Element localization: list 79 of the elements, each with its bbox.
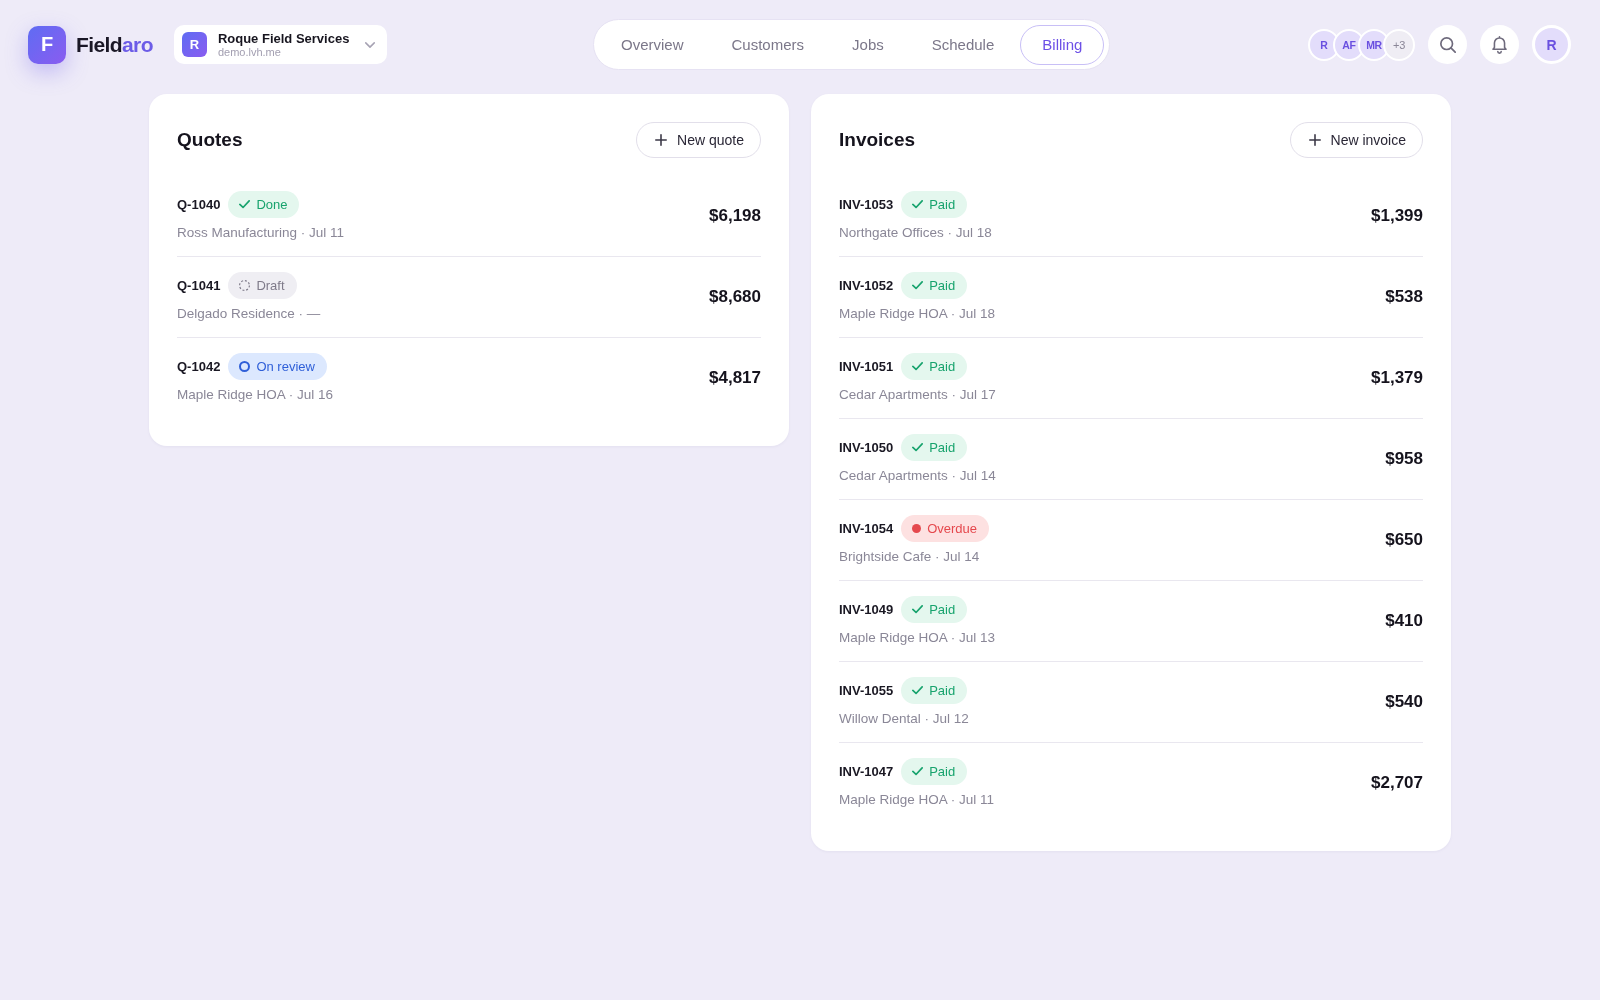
chevron-down-icon <box>364 41 375 48</box>
status-text: Done <box>256 197 288 212</box>
quote-id: Q-1040 <box>177 197 221 212</box>
customer-date: Willow Dental · Jul 12 <box>839 711 969 726</box>
customer-date: Ross Manufacturing · Jul 11 <box>177 225 345 240</box>
invoice-number: INV-1054 <box>839 521 894 536</box>
dashed-circle-icon <box>239 280 251 291</box>
amount: $958 <box>1385 448 1423 469</box>
nav-tab[interactable]: Overview <box>599 24 706 65</box>
nav-tab[interactable]: Jobs <box>830 24 906 65</box>
check-icon <box>912 200 924 209</box>
amount: $6,198 <box>709 205 761 226</box>
check-icon <box>912 767 924 776</box>
quote-id: Q-1041 <box>177 278 221 293</box>
new-invoice-button[interactable]: New invoice <box>1289 122 1423 158</box>
amount: $2,707 <box>1371 772 1423 793</box>
card-title: Quotes <box>177 129 243 151</box>
amount: $650 <box>1385 529 1423 550</box>
amount: $1,379 <box>1371 367 1423 388</box>
quote-id: Q-1042 <box>177 359 221 374</box>
customer-date: Maple Ridge HOA · Jul 18 <box>839 306 996 321</box>
amount: $538 <box>1385 286 1423 307</box>
logo-mark: F <box>28 25 66 64</box>
new-quote-button[interactable]: New quote <box>636 122 761 158</box>
invoice-number: INV-1049 <box>839 602 894 617</box>
status-text: Paid <box>929 197 956 212</box>
bell-icon <box>1492 35 1507 54</box>
check-icon <box>912 605 924 614</box>
plus-icon <box>1308 134 1321 146</box>
status-text: Paid <box>929 278 956 293</box>
nav-tab[interactable]: Billing <box>1020 24 1105 65</box>
amount: $4,817 <box>709 367 761 388</box>
plus-icon <box>655 134 668 146</box>
check-icon <box>912 281 924 290</box>
check-icon <box>912 362 924 371</box>
status-text: Paid <box>929 683 956 698</box>
status-text: Paid <box>929 764 956 779</box>
amount: $410 <box>1385 610 1423 631</box>
status-text: Paid <box>929 602 956 617</box>
status-text: Paid <box>929 440 956 455</box>
status-text: Overdue <box>927 521 978 536</box>
customer-date: Cedar Apartments · Jul 14 <box>839 468 996 483</box>
check-icon <box>912 443 924 452</box>
notifications-button[interactable] <box>1480 25 1519 64</box>
amount: $1,399 <box>1371 205 1423 226</box>
invoice-number: INV-1050 <box>839 440 894 455</box>
workspace-name: Roque Field Services <box>217 31 351 46</box>
card-title: Invoices <box>839 129 916 151</box>
search-icon <box>1439 36 1456 53</box>
status-text: On review <box>256 359 315 374</box>
customer-date: Maple Ridge HOA · Jul 16 <box>177 387 334 402</box>
customer-date: Cedar Apartments · Jul 17 <box>839 387 996 402</box>
ring-icon <box>239 361 251 372</box>
invoice-number: INV-1055 <box>839 683 894 698</box>
logo-wordmark: Fieldaro <box>76 32 153 57</box>
nav-tab[interactable]: Customers <box>709 24 827 65</box>
amount: $540 <box>1385 691 1423 712</box>
customer-date: Maple Ridge HOA · Jul 11 <box>839 792 995 807</box>
check-icon <box>239 200 251 209</box>
workspace-avatar: R <box>181 32 207 57</box>
customer-date: Maple Ridge HOA · Jul 13 <box>839 630 996 645</box>
customer-date: Delgado Residence · — <box>177 306 321 321</box>
status-dot-icon <box>912 524 922 533</box>
more-members-count[interactable]: +3 <box>1383 28 1415 61</box>
search-button[interactable] <box>1428 25 1467 64</box>
workspace-switcher[interactable]: R Roque Field Services demo.lvh.me <box>173 25 387 64</box>
user-avatar[interactable]: R <box>1532 25 1571 64</box>
invoice-number: INV-1052 <box>839 278 894 293</box>
customer-date: Northgate Offices · Jul 18 <box>839 225 992 240</box>
status-text: Paid <box>929 359 956 374</box>
check-icon <box>912 686 924 695</box>
status-text: Draft <box>256 278 285 293</box>
invoice-number: INV-1047 <box>839 764 894 779</box>
workspace-domain: demo.lvh.me <box>217 46 282 58</box>
customer-date: Brightside Cafe · Jul 14 <box>839 549 981 564</box>
nav-tab[interactable]: Schedule <box>909 24 1017 65</box>
amount: $8,680 <box>709 286 761 307</box>
invoice-number: INV-1053 <box>839 197 894 212</box>
invoice-number: INV-1051 <box>839 359 894 374</box>
